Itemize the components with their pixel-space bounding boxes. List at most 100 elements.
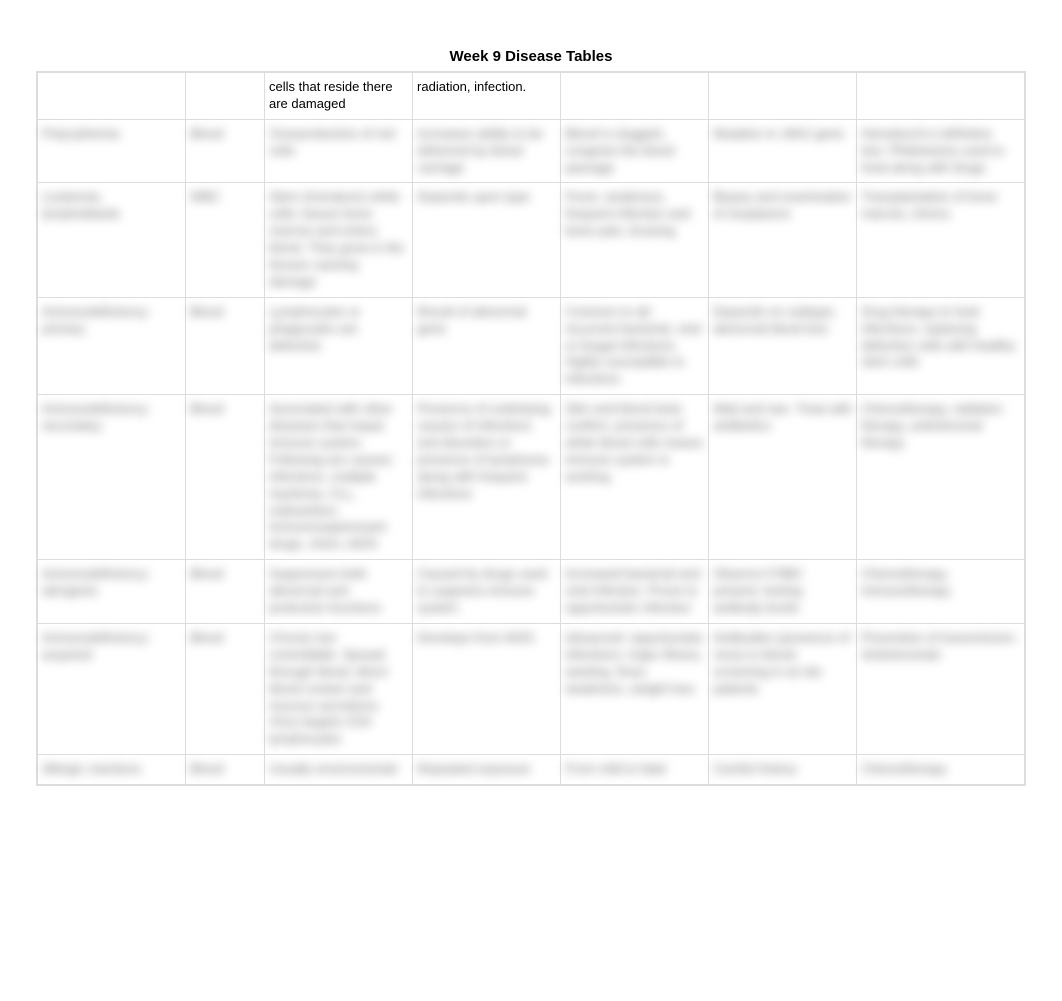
cell-text: Chemotherapy, immunotherapy xyxy=(861,566,951,598)
table-cell: Hematocrit is definitive test. Phlebotom… xyxy=(857,119,1025,183)
table-cell: Suppresses both abnormal and protective … xyxy=(265,560,413,624)
table-cell xyxy=(561,73,709,120)
table-row: Immunodeficiency: iatrogenicBloodSuppres… xyxy=(38,560,1025,624)
table-cell: Fever, weakness, frequent infection and … xyxy=(561,183,709,297)
table-cell: Result of abnormal gene xyxy=(413,297,561,394)
cell-text: Fever, weakness, frequent infection and … xyxy=(565,189,690,238)
table-row: Allergic reactions Blood Usually environme… xyxy=(38,755,1025,785)
table-row: Polycythemia Blood Overproduction of red c… xyxy=(38,119,1025,183)
cell-text: Drug therapy to heal infections; replaci… xyxy=(861,304,1015,370)
cell-text: Biopsy and examination of neoplasms xyxy=(713,189,851,221)
cell-text: Immunodeficiency: primary xyxy=(42,304,150,336)
cell-text: Chemotherapy xyxy=(861,761,946,776)
cell-text: Immunodeficiency: acquired xyxy=(42,630,150,662)
table-cell: Immunodeficiency: acquired xyxy=(38,623,186,754)
cell-text: WBC xyxy=(190,189,220,204)
table-cell xyxy=(38,73,186,120)
table-cell: Careful history xyxy=(709,755,857,785)
cell-text: Chronic but controllable. Spread through… xyxy=(269,630,388,746)
table-cell: Depends on subtype; abnormal blood test xyxy=(709,297,857,394)
table-cell: Lymphocytes or phagocytes are defective xyxy=(265,297,413,394)
table-row: cells that reside there are damaged radia… xyxy=(38,73,1025,120)
table-cell: Blood xyxy=(186,755,265,785)
table-cell: Advanced: opportunistic infections; majo… xyxy=(561,623,709,754)
table-cell: cells that reside there are damaged xyxy=(265,73,413,120)
table-cell: Transplantation of bone marrow, chemo xyxy=(857,183,1025,297)
table-cell: Repeated exposure xyxy=(413,755,561,785)
cell-text: Blood is sluggish, congests the blood pa… xyxy=(565,126,674,175)
cell-text: Wait and see. Treat with antibiotics xyxy=(713,401,852,433)
table-cell: Chronic but controllable. Spread through… xyxy=(265,623,413,754)
table-cell: Allergic reactions xyxy=(38,755,186,785)
cell-text: radiation, infection. xyxy=(417,79,526,94)
cell-text: Suppresses both abnormal and protective … xyxy=(269,566,381,615)
table-cell xyxy=(709,73,857,120)
cell-text: Mutation in JAK2 gene xyxy=(713,126,844,141)
cell-text: Depends on subtype; abnormal blood test xyxy=(713,304,836,336)
table-cell: Wait and see. Treat with antibiotics xyxy=(709,395,857,560)
table-cell: Mutation in JAK2 gene xyxy=(709,119,857,183)
table-cell: Prevention of transmission. Antiretrovir… xyxy=(857,623,1025,754)
disease-table-container: cells that reside there are damaged radia… xyxy=(36,71,1026,786)
cell-text: Increases ability to be delivered by blo… xyxy=(417,126,543,175)
cell-text: Careful history xyxy=(713,761,797,776)
table-row: Immunodeficiency: secondary Blood Associat… xyxy=(38,395,1025,560)
cell-text: Blood xyxy=(190,630,223,645)
table-cell: Increases ability to be delivered by blo… xyxy=(413,119,561,183)
disease-table: cells that reside there are damaged radia… xyxy=(37,72,1025,785)
cell-text: Skin and blood tests confirm; presence o… xyxy=(565,401,703,484)
table-cell xyxy=(186,73,265,120)
table-cell: Blood xyxy=(186,623,265,754)
table-row: Immunodeficiency: acquired Blood Chronic b… xyxy=(38,623,1025,754)
table-cell: Blood xyxy=(186,119,265,183)
table-cell: Blood xyxy=(186,395,265,560)
cell-text: Develops from AIDS xyxy=(417,630,534,645)
table-cell: Stem (immature) white cells; leaves bone… xyxy=(265,183,413,297)
table-cell: Antibodies (presence of virus) in blood;… xyxy=(709,623,857,754)
table-cell: Immunodeficiency: secondary xyxy=(38,395,186,560)
table-cell: Chemotherapy, radiation therapy, antiret… xyxy=(857,395,1025,560)
table-cell: Polycythemia xyxy=(38,119,186,183)
cell-text: Leukemia; lymphoblastic xyxy=(42,189,121,221)
cell-text: Chemotherapy, radiation therapy, antiret… xyxy=(861,401,1002,450)
table-cell: Overproduction of red cells xyxy=(265,119,413,183)
table-cell: From mild to fatal xyxy=(561,755,709,785)
table-row: Leukemia; lymphoblastic WBC Stem (immature… xyxy=(38,183,1025,297)
table-cell: Leukemia; lymphoblastic xyxy=(38,183,186,297)
table-cell: Drug therapy to heal infections; replaci… xyxy=(857,297,1025,394)
table-cell: Blood xyxy=(186,560,265,624)
cell-text: Observe if RBC present; testing antibody… xyxy=(713,566,803,615)
cell-text: Usually environmental xyxy=(269,761,397,776)
cell-text: Depends upon type xyxy=(417,189,530,204)
cell-text: Antibodies (presence of virus) in blood;… xyxy=(713,630,850,696)
table-cell: Common to all; recurrent bacterial, vira… xyxy=(561,297,709,394)
cell-text: cells that reside there are damaged xyxy=(269,79,393,111)
cell-text: From mild to fatal xyxy=(565,761,665,776)
table-cell: Biopsy and examination of neoplasms xyxy=(709,183,857,297)
cell-text: Blood xyxy=(190,566,223,581)
table-cell: Caused by drugs used to suppress immune … xyxy=(413,560,561,624)
cell-text: Caused by drugs used to suppress immune … xyxy=(417,566,547,615)
cell-text: Lymphocytes or phagocytes are defective xyxy=(269,304,360,353)
table-cell: Blood xyxy=(186,297,265,394)
cell-text: Transplantation of bone marrow, chemo xyxy=(861,189,997,221)
cell-text: Blood xyxy=(190,401,223,416)
cell-text: Polycythemia xyxy=(42,126,119,141)
table-cell: radiation, infection. xyxy=(413,73,561,120)
table-cell: Skin and blood tests confirm; presence o… xyxy=(561,395,709,560)
table-cell: Presence of underlying causes of infecti… xyxy=(413,395,561,560)
table-cell: Observe if RBC present; testing antibody… xyxy=(709,560,857,624)
cell-text: Result of abnormal gene xyxy=(417,304,526,336)
table-cell: Develops from AIDS xyxy=(413,623,561,754)
table-cell xyxy=(857,73,1025,120)
table-row: Immunodeficiency: primary BloodLymphocyte… xyxy=(38,297,1025,394)
cell-text: Stem (immature) white cells; leaves bone… xyxy=(269,189,404,288)
table-cell: Chemotherapy, immunotherapy xyxy=(857,560,1025,624)
cell-text: Associated with other diseases that impa… xyxy=(269,401,395,551)
cell-text: Increased bacterial and viral infection.… xyxy=(565,566,700,615)
cell-text: Allergic reactions xyxy=(42,761,141,776)
cell-text: Blood xyxy=(190,126,223,141)
cell-text: Repeated exposure xyxy=(417,761,530,776)
cell-text: Prevention of transmission. Antiretrovir… xyxy=(861,630,1018,662)
table-cell: Blood is sluggish, congests the blood pa… xyxy=(561,119,709,183)
